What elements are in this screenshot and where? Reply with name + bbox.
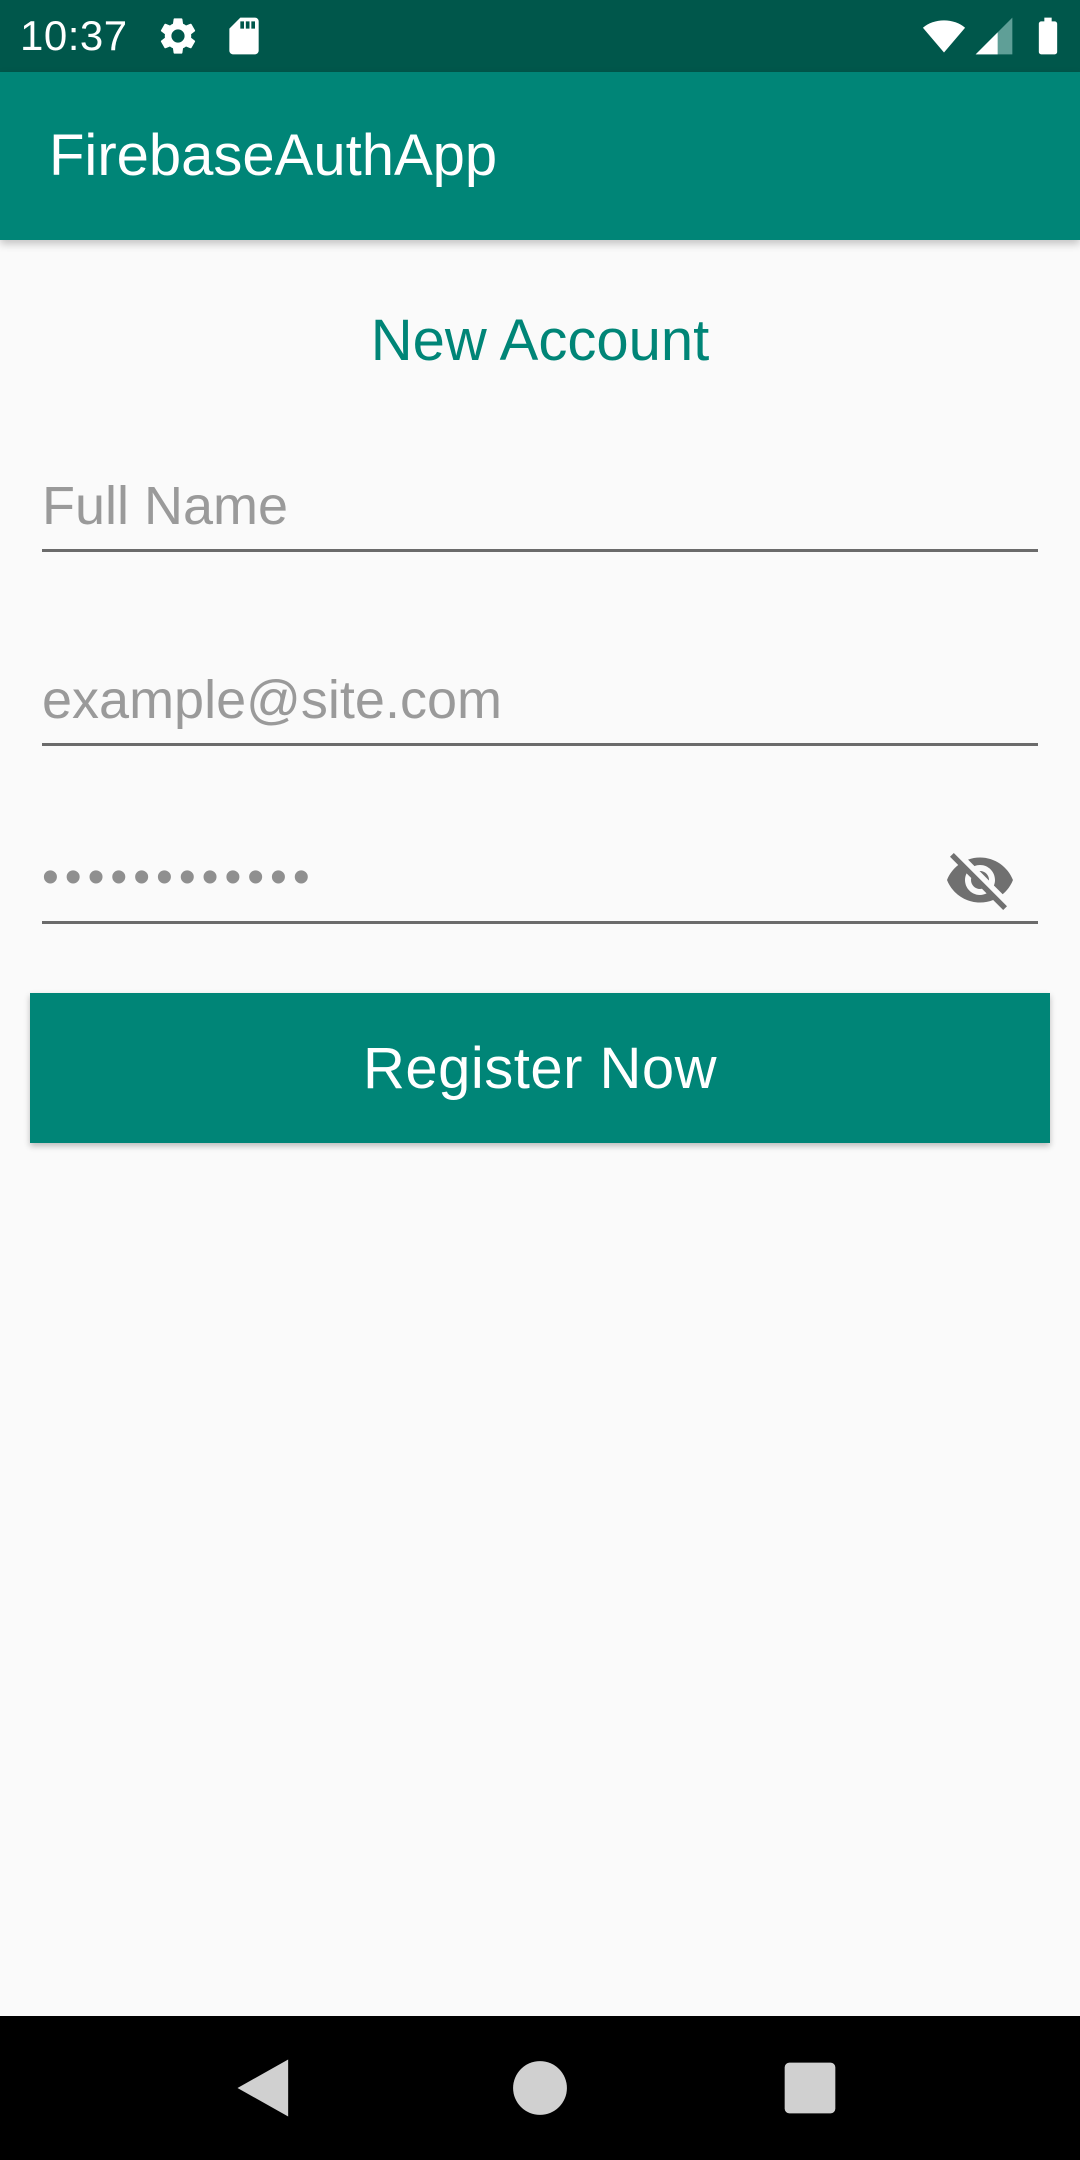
battery-icon: [1026, 14, 1070, 58]
full-name-field: [42, 462, 1038, 552]
app-title: FirebaseAuthApp: [49, 123, 498, 188]
status-bar: 10:37: [0, 0, 1080, 72]
app-bar: FirebaseAuthApp: [0, 72, 1080, 240]
password-input[interactable]: [42, 834, 942, 921]
visibility-off-icon[interactable]: [944, 844, 1016, 916]
screen: 10:37 FirebaseAuthApp New Account Full N…: [0, 0, 1080, 2160]
full-name-input[interactable]: [42, 462, 1038, 549]
register-button[interactable]: Register Now: [30, 993, 1050, 1143]
navigation-bar: [0, 2016, 1080, 2160]
home-icon[interactable]: [502, 2050, 578, 2126]
recents-icon[interactable]: [772, 2050, 848, 2126]
password-field: [42, 834, 1038, 924]
signal-icon: [972, 14, 1016, 58]
email-field: [42, 656, 1038, 746]
back-icon[interactable]: [228, 2050, 304, 2126]
gear-icon: [156, 14, 200, 58]
wifi-icon: [922, 14, 966, 58]
status-time: 10:37: [20, 12, 128, 59]
email-input[interactable]: [42, 656, 1038, 743]
page-title: New Account: [370, 308, 710, 373]
sd-card-icon: [222, 14, 266, 58]
